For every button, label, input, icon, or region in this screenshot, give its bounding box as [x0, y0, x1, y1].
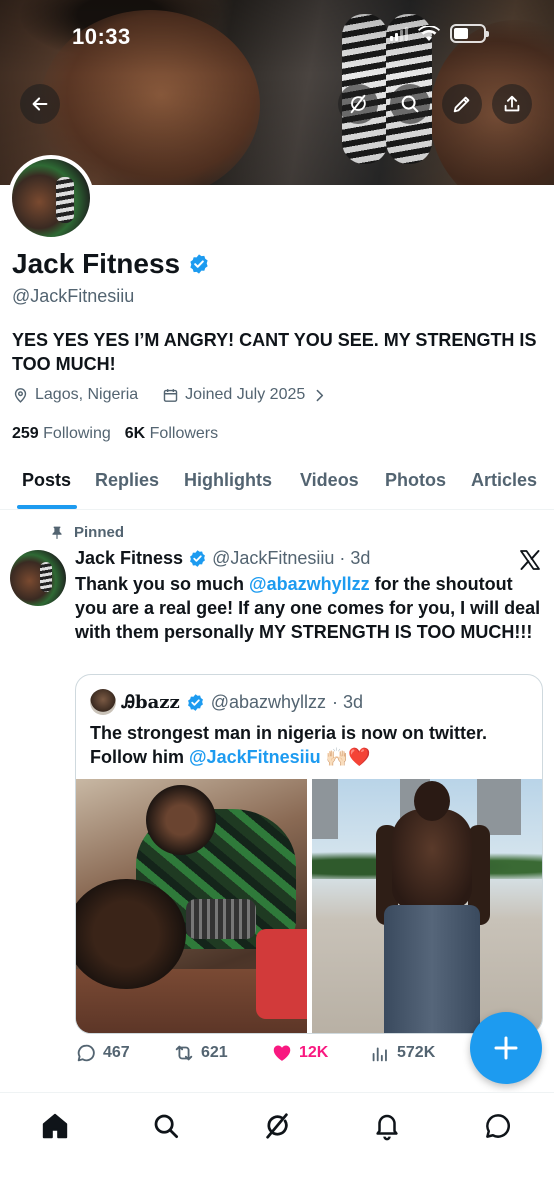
post-author-handle[interactable]: @JackFitnesiiu — [212, 548, 334, 569]
views-icon — [372, 1047, 387, 1062]
view-count: 572K — [397, 1044, 436, 1061]
search-button[interactable] — [390, 84, 430, 124]
pinned-label-row: Pinned — [50, 524, 124, 541]
x-logo-icon[interactable] — [518, 548, 542, 572]
edit-button[interactable] — [442, 84, 482, 124]
quoted-post[interactable]: Ꭿbazz @abazwhyllzz · 3d The strongest ma… — [75, 674, 543, 1034]
tab-videos[interactable]: Videos — [300, 470, 359, 491]
pin-icon — [52, 526, 62, 539]
active-tab-indicator — [17, 505, 77, 509]
followers-label: Followers — [149, 425, 219, 442]
message-icon — [486, 1114, 510, 1138]
arrow-left-icon — [32, 97, 48, 111]
battery-icon — [450, 24, 489, 43]
tab-posts[interactable]: Posts — [22, 470, 71, 491]
quote-author-avatar — [90, 689, 116, 715]
grok-button[interactable] — [338, 84, 378, 124]
display-name: Jack Fitness — [12, 248, 181, 279]
bottom-navigation — [0, 1092, 554, 1200]
pinned-label: Pinned — [74, 524, 125, 541]
views-button[interactable]: 572K — [369, 1042, 435, 1064]
heart-icon — [273, 1045, 291, 1061]
profile-tabs: Posts Replies Highlights Videos Photos A… — [0, 458, 554, 510]
post-text: Thank you so much @abazwhyllzz for the s… — [75, 572, 545, 644]
following-count: 259 — [12, 425, 39, 442]
plus-icon — [494, 1036, 518, 1060]
quote-mention-link[interactable]: @JackFitnesiiu — [189, 747, 321, 767]
tab-photos[interactable]: Photos — [385, 470, 446, 491]
bell-icon — [376, 1114, 398, 1141]
verified-badge-icon — [188, 549, 207, 568]
repost-button[interactable]: 621 — [173, 1042, 228, 1064]
calendar-icon — [163, 388, 178, 402]
location-pin-icon — [14, 387, 27, 403]
nav-grok[interactable] — [260, 1109, 294, 1143]
reply-icon — [77, 1044, 95, 1062]
following-link[interactable]: 259 Following — [12, 425, 111, 443]
post-author-name[interactable]: Jack Fitness — [75, 548, 183, 569]
chevron-right-icon[interactable] — [311, 387, 328, 404]
profile-name-row: Jack Fitness — [12, 248, 210, 280]
reply-count: 467 — [103, 1044, 130, 1061]
back-button[interactable] — [20, 84, 60, 124]
post-header: Jack Fitness @JackFitnesiiu · 3d — [75, 548, 370, 569]
status-time: 10:33 — [72, 24, 131, 49]
quote-image-2[interactable] — [312, 779, 542, 1033]
followers-count: 6K — [124, 425, 146, 442]
follow-counts: 259 Following 6K Followers — [12, 425, 218, 443]
quote-author-handle: @abazwhyllzz — [210, 691, 327, 712]
status-icons — [390, 24, 489, 43]
profile-handle: @JackFitnesiiu — [12, 286, 135, 306]
quote-image-1[interactable] — [76, 779, 307, 1033]
profile-location: Lagos, Nigeria — [35, 386, 139, 403]
signal-icon — [390, 26, 408, 41]
post-author-avatar[interactable] — [10, 550, 66, 606]
profile-joined: Joined July 2025 — [185, 386, 306, 403]
quote-time: · 3d — [332, 691, 364, 712]
grok-icon — [266, 1113, 288, 1139]
following-label: Following — [43, 425, 111, 442]
tab-highlights[interactable]: Highlights — [184, 470, 272, 491]
nav-notifications[interactable] — [370, 1109, 404, 1143]
reply-button[interactable]: 467 — [75, 1042, 130, 1064]
like-count: 12K — [299, 1044, 329, 1061]
post-time: · 3d — [339, 548, 371, 568]
share-icon — [504, 95, 520, 112]
wifi-icon — [418, 25, 440, 41]
search-icon — [401, 95, 419, 113]
pencil-icon — [453, 96, 470, 113]
search-icon — [154, 1114, 178, 1138]
post-text-part: Thank you so much — [75, 574, 250, 594]
quote-emoji: 🙌🏻❤️ — [325, 747, 371, 767]
verified-badge-icon[interactable] — [188, 253, 210, 275]
quote-header: Ꭿbazz @abazwhyllzz · 3d — [90, 689, 363, 715]
nav-home[interactable] — [38, 1109, 72, 1143]
tab-replies[interactable]: Replies — [95, 470, 159, 491]
grok-icon — [350, 94, 366, 114]
profile-bio: YES YES YES I’M ANGRY! CANT YOU SEE. MY … — [12, 330, 537, 374]
nav-messages[interactable] — [481, 1109, 515, 1143]
quote-author-name: Ꭿbazz — [122, 691, 180, 713]
post-mention-link[interactable]: @abazwhyllzz — [249, 574, 370, 594]
share-button[interactable] — [492, 84, 532, 124]
quote-text: The strongest man in nigeria is now on t… — [90, 721, 530, 769]
home-icon — [42, 1113, 68, 1139]
profile-avatar[interactable] — [8, 155, 94, 241]
nav-search[interactable] — [149, 1109, 183, 1143]
profile-meta: Lagos, Nigeria Joined July 2025 — [12, 386, 328, 404]
tab-articles[interactable]: Articles — [471, 470, 537, 491]
repost-icon — [175, 1045, 193, 1061]
compose-post-button[interactable] — [470, 1012, 542, 1084]
followers-link[interactable]: 6K Followers — [125, 425, 218, 443]
verified-badge-icon — [186, 693, 205, 712]
like-button[interactable]: 12K — [271, 1042, 328, 1064]
repost-count: 621 — [201, 1044, 228, 1061]
